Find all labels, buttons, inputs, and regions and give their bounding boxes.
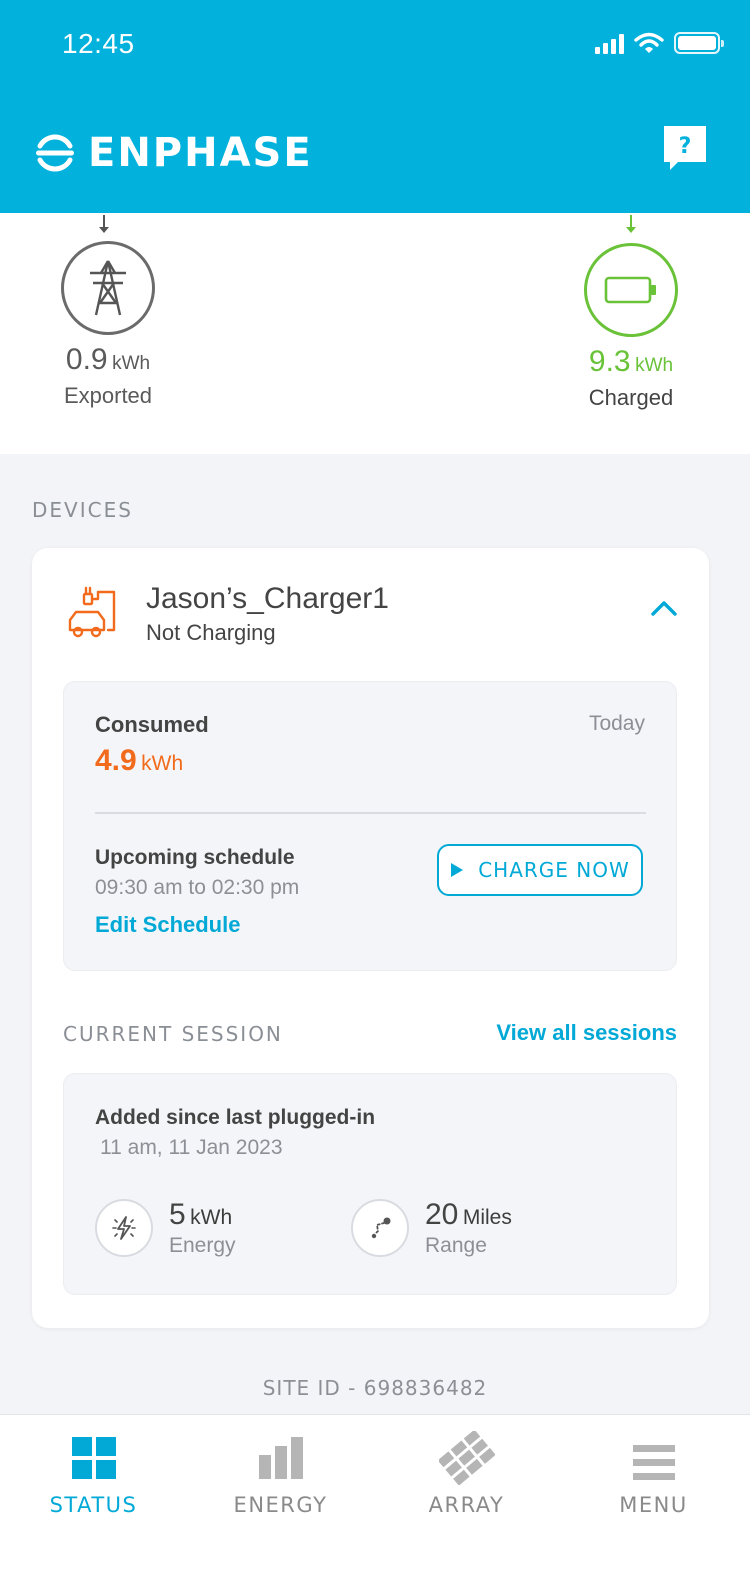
exported-label: Exported [63, 383, 153, 408]
grid-tower-circle [61, 241, 155, 335]
charged-label: Charged [588, 385, 674, 410]
help-button[interactable]: ? [664, 126, 706, 170]
energy-label: Energy [169, 1234, 236, 1257]
consumed-value: 4.9 kWh [95, 744, 183, 778]
battery-circle [584, 243, 678, 337]
charger-name: Jason’s_Charger1 [146, 582, 389, 615]
status-icons [595, 32, 724, 54]
energy-summary: 0.9 kWh Exported 9.3 kWh Charged [0, 213, 750, 454]
session-date: 11 am, 11 Jan 2023 [100, 1136, 283, 1159]
ev-charger-icon [68, 586, 116, 638]
range-unit: Miles [462, 1206, 512, 1229]
status-time: 12:45 [62, 28, 135, 59]
signal-icon [595, 32, 624, 54]
energy-unit: kWh [190, 1206, 233, 1229]
energy-value: 5 [169, 1198, 186, 1231]
lightning-icon [112, 1216, 136, 1240]
tab-status-label: STATUS [49, 1493, 138, 1517]
battery-outline-icon [604, 276, 656, 304]
hamburger-icon [632, 1445, 675, 1480]
range-circle [351, 1199, 409, 1257]
exported-unit: kWh [112, 353, 151, 374]
route-icon [371, 1217, 391, 1239]
tab-menu[interactable]: MENU [560, 1415, 747, 1535]
wifi-icon [634, 32, 664, 53]
divider [95, 812, 646, 814]
tab-array[interactable]: ARRAY [373, 1415, 560, 1535]
energy-stat: 5 kWh Energy [95, 1198, 236, 1258]
current-session-label: CURRENT SESSION [63, 1022, 283, 1046]
enphase-logo-icon [36, 134, 74, 172]
down-arrow-icon [99, 215, 109, 233]
power-tower-icon [90, 260, 126, 316]
schedule-time: 09:30 am to 02:30 pm [95, 876, 300, 899]
range-label: Range [425, 1234, 487, 1257]
charger-status: Not Charging [146, 620, 276, 645]
play-icon [451, 863, 464, 877]
period-label: Today [588, 712, 645, 735]
tab-bar: STATUS ENERGY ARRAY MENU [0, 1414, 750, 1590]
edit-schedule-link[interactable]: Edit Schedule [95, 912, 240, 938]
consumed-unit: kWh [141, 752, 184, 775]
app-header: 12:45 ENPHASE ? [0, 0, 750, 213]
session-panel: Added since last plugged-in 11 am, 11 Ja… [63, 1073, 677, 1295]
schedule-label: Upcoming schedule [95, 846, 295, 869]
help-icon-glyph: ? [679, 134, 692, 159]
tab-array-label: ARRAY [428, 1493, 505, 1517]
range-stat: 20 Miles Range [351, 1198, 512, 1258]
energy-circle [95, 1199, 153, 1257]
consumed-label: Consumed [95, 712, 209, 737]
tab-status[interactable]: STATUS [0, 1415, 187, 1535]
bar-chart-icon [258, 1437, 303, 1479]
down-arrow-icon [626, 215, 636, 233]
charge-now-button[interactable]: CHARGE NOW [437, 844, 643, 896]
grid-icon [71, 1437, 116, 1479]
charged-unit: kWh [635, 355, 674, 376]
consumed-number: 4.9 [95, 744, 137, 777]
charge-now-label: CHARGE NOW [478, 858, 630, 882]
exported-value: 0.9 [65, 343, 108, 376]
consumption-panel: Consumed Today 4.9 kWh Upcoming schedule… [63, 681, 677, 971]
tab-energy-label: ENERGY [233, 1493, 328, 1517]
brand-logo: ENPHASE [34, 130, 313, 176]
battery-icon [674, 32, 724, 54]
devices-section-label: DEVICES [32, 498, 133, 522]
site-id: SITE ID - 698836482 [262, 1376, 488, 1400]
session-title: Added since last plugged-in [95, 1106, 376, 1129]
view-all-sessions-link[interactable]: View all sessions [496, 1020, 677, 1046]
solar-array-icon [438, 1431, 495, 1485]
charger-card: Jason’s_Charger1 Not Charging Consumed T… [32, 548, 709, 1328]
tab-energy[interactable]: ENERGY [187, 1415, 374, 1535]
chevron-up-icon[interactable] [650, 598, 678, 618]
charged-value: 9.3 [588, 345, 631, 378]
range-value: 20 [425, 1198, 459, 1231]
brand-name: ENPHASE [88, 130, 313, 176]
tab-menu-label: MENU [619, 1493, 688, 1517]
